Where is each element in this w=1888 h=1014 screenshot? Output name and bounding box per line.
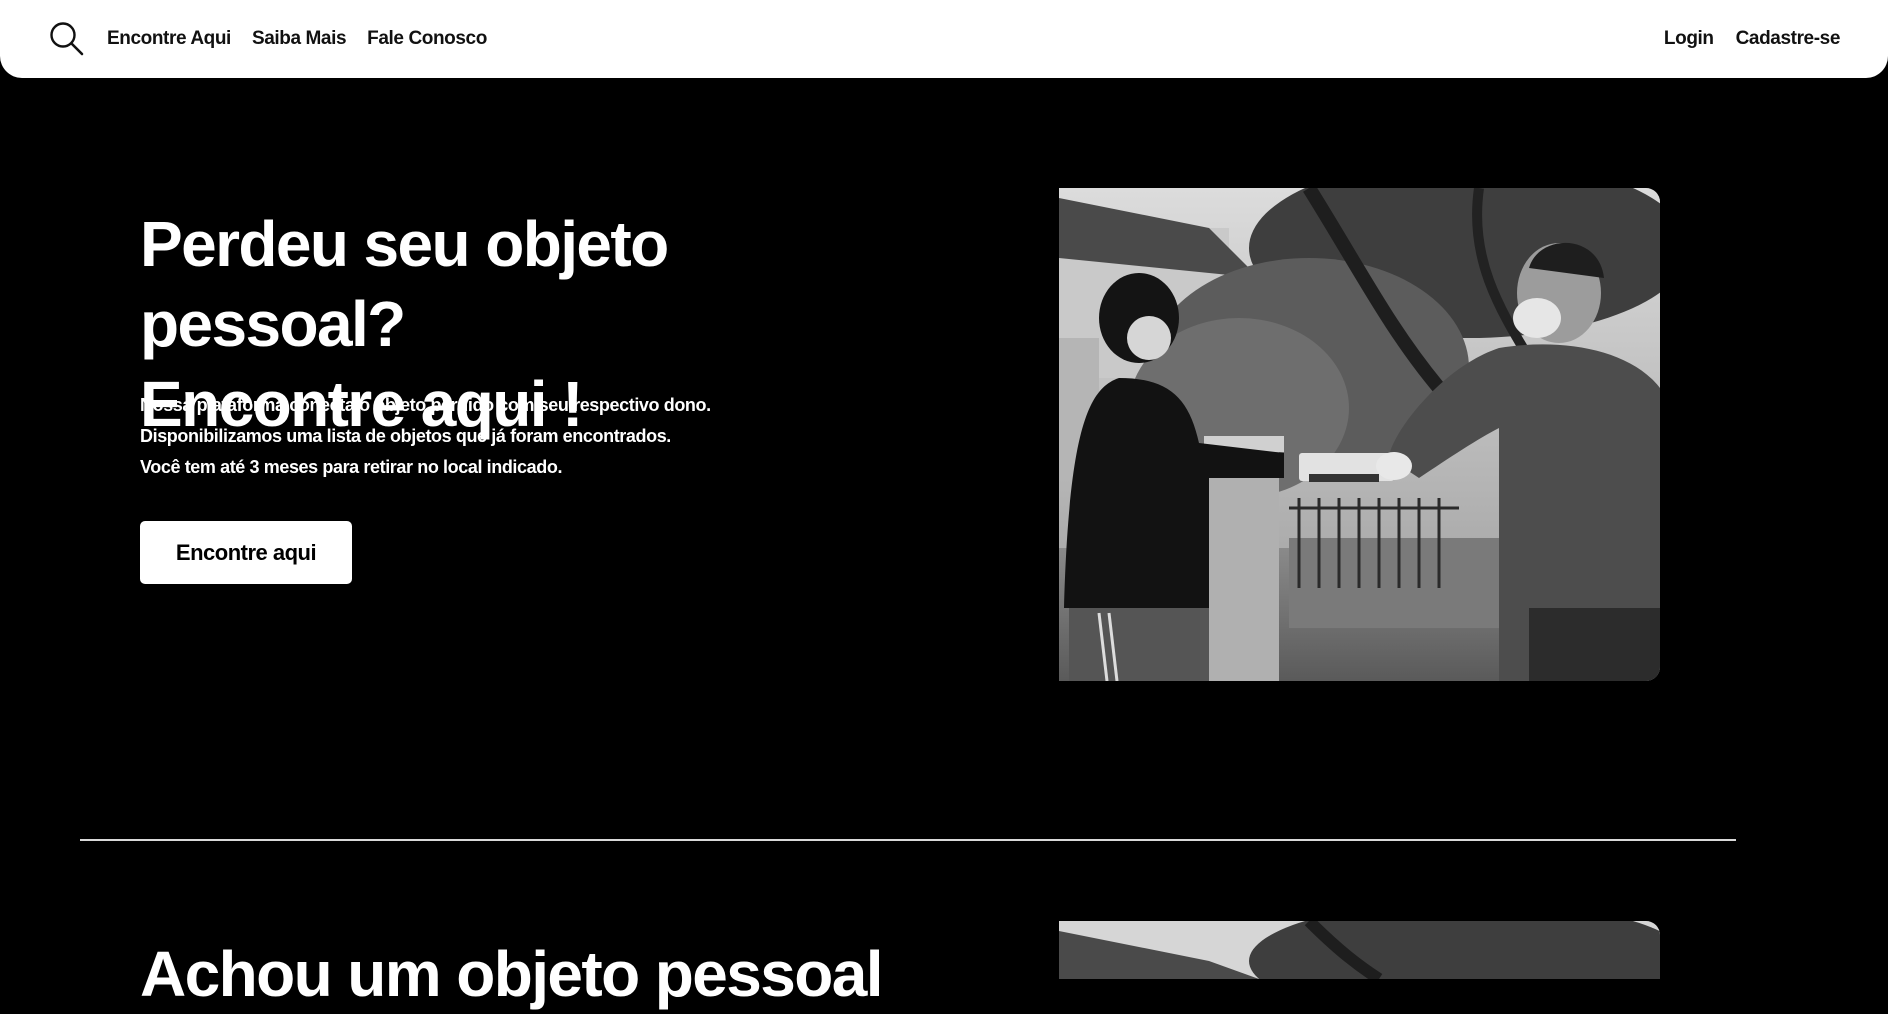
second-photo [1059,921,1660,979]
nav-link-fale-conosco[interactable]: Fale Conosco [367,28,487,50]
signup-link[interactable]: Cadastre-se [1736,28,1841,50]
login-link[interactable]: Login [1664,28,1714,50]
search-icon[interactable] [48,20,86,58]
nav-link-encontre-aqui[interactable]: Encontre Aqui [107,28,231,50]
hero-desc-line-1: Nossa plataforma conecta o objeto perdid… [140,395,711,415]
found-object-title: Achou um objeto pessoal [140,938,884,1010]
nav-links: Encontre Aqui Saiba Mais Fale Conosco [107,0,487,78]
nav-link-saiba-mais[interactable]: Saiba Mais [252,28,347,50]
hero-section: Perdeu seu objeto pessoal? Encontre aqui… [0,78,1888,1010]
hero-photo [1059,188,1660,681]
hero-description: Nossa plataforma conecta o objeto perdid… [140,390,840,483]
nav-auth: Login Cadastre-se [1664,0,1840,78]
hero-title-line-1: Perdeu seu objeto pessoal? [140,208,669,360]
top-navbar: Encontre Aqui Saiba Mais Fale Conosco Lo… [0,0,1888,78]
section-divider [80,839,1736,841]
hero-desc-line-3: Você tem até 3 meses para retirar no loc… [140,457,563,477]
hero-desc-line-2: Disponibilizamos uma lista de objetos qu… [140,426,671,446]
find-here-button[interactable]: Encontre aqui [140,521,352,584]
